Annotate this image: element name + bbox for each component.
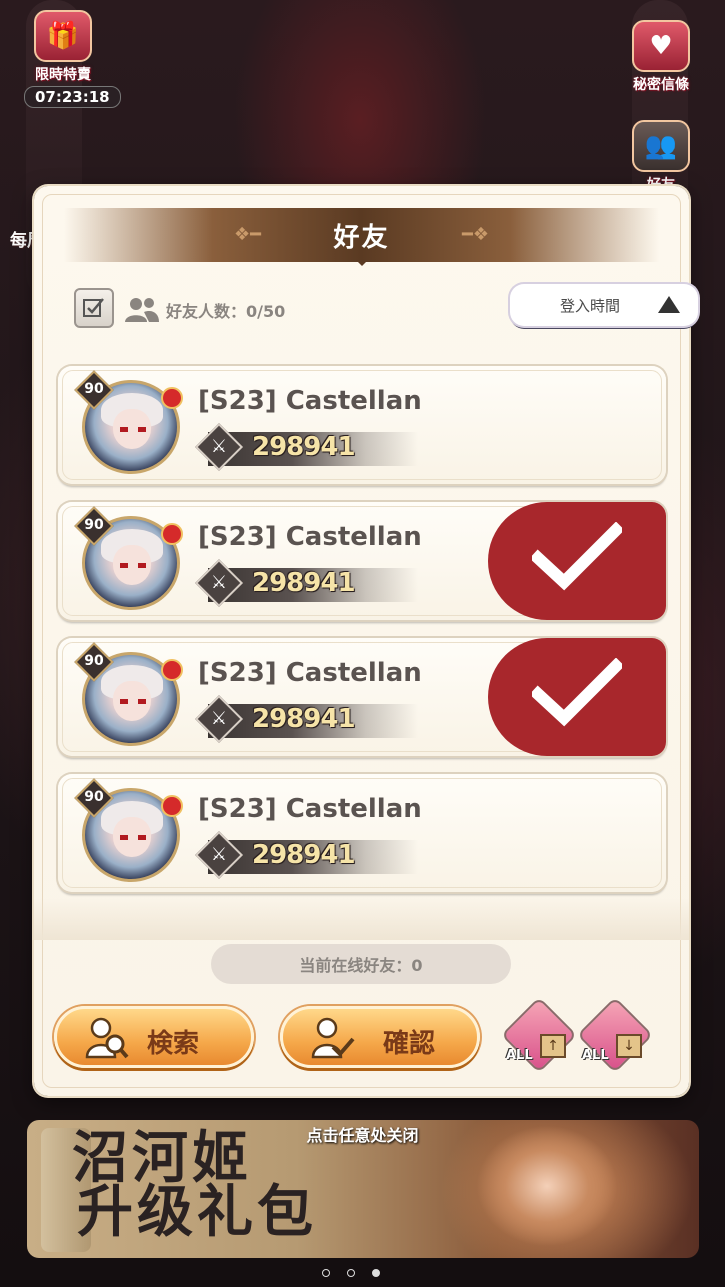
list-footer-fade [34, 898, 689, 940]
friend-count: 好友人数：0/50 [166, 302, 286, 321]
avatar-eyes [120, 699, 146, 704]
power-value: 298941 [252, 568, 356, 598]
title-ornament-right: ━❖ [462, 224, 489, 245]
selected-indicator [488, 638, 666, 756]
title-ornament-left: ❖━ [234, 224, 261, 245]
player-name: [S23] Castellan [198, 386, 422, 416]
secret-letter-button[interactable]: ♥ 秘密信條 [622, 20, 700, 94]
search-button[interactable]: 検索 [54, 1006, 254, 1068]
crossed-swords-icon: ⚔ [210, 708, 228, 729]
confirm-button-label: 確認 [383, 1029, 436, 1059]
crossed-swords-icon: ⚔ [210, 844, 228, 865]
pagination-dot[interactable] [347, 1269, 356, 1277]
modal-title: 好友 [333, 222, 390, 253]
power-value: 298941 [252, 432, 356, 462]
friends-hud-button[interactable]: 👥 好友 [622, 120, 700, 194]
avatar-eyes [120, 427, 146, 432]
send-all-hearts-button[interactable]: ALL ↑ [500, 996, 578, 1074]
close-hint: 点击任意处关闭 [306, 1126, 419, 1145]
limited-sale-label: 限時特賣 [35, 67, 91, 83]
pagination-dot[interactable] [322, 1269, 330, 1277]
search-button-label: 検索 [147, 1029, 200, 1059]
checkmark-icon [532, 658, 622, 727]
avatar-ornament [161, 659, 183, 681]
player-name: [S23] Castellan [198, 794, 422, 824]
friend-card[interactable]: 90 [S23] Castellan ⚔ 298941 [58, 502, 666, 620]
banner-subtitle: 升级礼包 [77, 1179, 317, 1245]
receive-all-hearts-button[interactable]: ALL ↓ [576, 996, 654, 1074]
friends-toolbar: 好友人数：0/50 登入時間 [74, 284, 698, 330]
friends-icon: 👥 [632, 120, 690, 172]
avatar-eyes [120, 835, 146, 840]
crossed-swords-icon: ⚔ [210, 572, 228, 593]
title-pointer [356, 260, 368, 266]
checkbox-icon [83, 298, 104, 317]
limited-sale-timer: 07:23:18 [24, 86, 121, 108]
sort-up-arrow-icon [658, 296, 680, 313]
friend-card[interactable]: 90 [S23] Castellan ⚔ 298941 [58, 774, 666, 892]
gift-icon: 🎁 [34, 10, 92, 62]
level-text: 90 [84, 653, 104, 669]
pagination-dot-active[interactable] [372, 1269, 381, 1277]
level-text: 90 [84, 789, 104, 805]
search-user-icon [85, 1017, 129, 1059]
power-value: 298941 [252, 704, 356, 734]
power-value: 298941 [252, 840, 356, 870]
modal-title-bar: ❖━ 好友 ━❖ [64, 208, 659, 262]
sort-dropdown[interactable]: 登入時間 [510, 284, 698, 326]
friend-card[interactable]: 90 [S23] Castellan ⚔ 298941 [58, 366, 666, 484]
online-friends-count: 当前在线好友：0 [211, 944, 511, 984]
people-icon [125, 298, 159, 322]
message-heart-icon: ♥ [632, 20, 690, 72]
select-all-checkbox[interactable] [74, 288, 114, 328]
level-text: 90 [84, 517, 104, 533]
secret-letter-label: 秘密信條 [633, 77, 689, 93]
banner-pagination [322, 1262, 392, 1281]
avatar-eyes [120, 563, 146, 568]
all-tag: ALL [506, 1048, 533, 1063]
avatar-ornament [161, 795, 183, 817]
selected-indicator [488, 502, 666, 620]
download-arrow-icon: ↓ [616, 1034, 642, 1058]
level-text: 90 [84, 381, 104, 397]
player-name: [S23] Castellan [198, 522, 422, 552]
sort-label: 登入時間 [560, 296, 621, 315]
upload-arrow-icon: ↑ [540, 1034, 566, 1058]
friends-modal: ❖━ 好友 ━❖ 好友人数：0/50 登入時間 90 [S23] Castell… [34, 186, 698, 1096]
avatar-ornament [161, 387, 183, 409]
user-check-icon [311, 1017, 355, 1059]
all-tag: ALL [582, 1048, 609, 1063]
checkmark-icon [532, 522, 622, 591]
crossed-swords-icon: ⚔ [210, 436, 228, 457]
avatar-ornament [161, 523, 183, 545]
confirm-button[interactable]: 確認 [280, 1006, 480, 1068]
friend-card[interactable]: 90 [S23] Castellan ⚔ 298941 [58, 638, 666, 756]
limited-sale-button[interactable]: 🎁 限時特賣 07:23:18 [24, 10, 121, 108]
player-name: [S23] Castellan [198, 658, 422, 688]
